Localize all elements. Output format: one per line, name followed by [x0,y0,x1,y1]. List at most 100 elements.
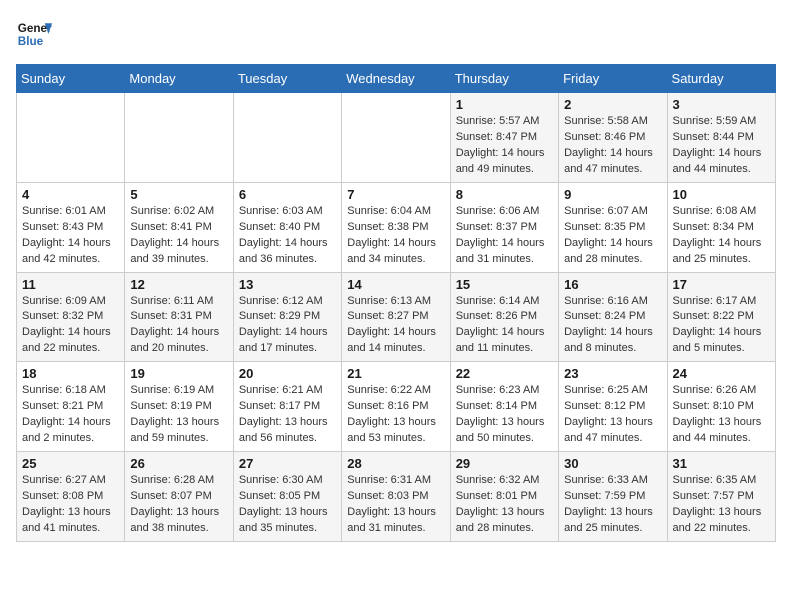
day-info: Sunrise: 6:06 AM Sunset: 8:37 PM Dayligh… [456,204,553,268]
day-number: 1 [456,97,553,112]
day-info: Sunrise: 6:13 AM Sunset: 8:27 PM Dayligh… [347,294,444,358]
day-info: Sunrise: 6:25 AM Sunset: 8:12 PM Dayligh… [564,383,661,447]
calendar-cell: 21Sunrise: 6:22 AM Sunset: 8:16 PM Dayli… [342,362,450,452]
calendar-cell: 15 Sunrise: 6:14 AM Sunset: 8:26 PM Dayli… [450,272,558,362]
calendar-cell: 6 Sunrise: 6:03 AM Sunset: 8:40 PM Daylig… [233,182,341,272]
calendar-cell: 24Sunrise: 6:26 AM Sunset: 8:10 PM Dayli… [667,362,775,452]
day-info: Sunrise: 6:22 AM Sunset: 8:16 PM Dayligh… [347,383,444,447]
calendar-cell: 28 Sunrise: 6:31 AM Sunset: 8:03 PM Dayli… [342,452,450,542]
weekday-header: Tuesday [233,65,341,93]
calendar-cell: 2 Sunrise: 5:58 AM Sunset: 8:46 PM Daylig… [559,93,667,183]
day-number: 22 [456,366,553,381]
calendar-cell [342,93,450,183]
page-header: General Blue [16,16,776,52]
calendar-cell: 13 Sunrise: 6:12 AM Sunset: 8:29 PM Dayli… [233,272,341,362]
day-info: Sunrise: 6:32 AM Sunset: 8:01 PM Dayligh… [456,473,553,537]
calendar-cell: 19Sunrise: 6:19 AM Sunset: 8:19 PM Dayli… [125,362,233,452]
day-info: Sunrise: 6:21 AM Sunset: 8:17 PM Dayligh… [239,383,336,447]
day-number: 26 [130,456,227,471]
day-info: Sunrise: 5:57 AM Sunset: 8:47 PM Dayligh… [456,114,553,178]
day-number: 9 [564,187,661,202]
day-number: 7 [347,187,444,202]
day-number: 16 [564,277,661,292]
day-info: Sunrise: 6:03 AM Sunset: 8:40 PM Dayligh… [239,204,336,268]
calendar-cell [17,93,125,183]
day-info: Sunrise: 6:27 AM Sunset: 8:08 PM Dayligh… [22,473,119,537]
calendar-week-row: 25 Sunrise: 6:27 AM Sunset: 8:08 PM Dayli… [17,452,776,542]
calendar-cell: 5 Sunrise: 6:02 AM Sunset: 8:41 PM Daylig… [125,182,233,272]
calendar-cell: 4Sunrise: 6:01 AM Sunset: 8:43 PM Daylig… [17,182,125,272]
weekday-header: Saturday [667,65,775,93]
day-info: Sunrise: 6:23 AM Sunset: 8:14 PM Dayligh… [456,383,553,447]
weekday-header: Wednesday [342,65,450,93]
calendar-cell: 11Sunrise: 6:09 AM Sunset: 8:32 PM Dayli… [17,272,125,362]
calendar-cell: 31 Sunrise: 6:35 AM Sunset: 7:57 PM Dayli… [667,452,775,542]
calendar-cell: 14 Sunrise: 6:13 AM Sunset: 8:27 PM Dayli… [342,272,450,362]
day-info: Sunrise: 6:14 AM Sunset: 8:26 PM Dayligh… [456,294,553,358]
day-info: Sunrise: 6:28 AM Sunset: 8:07 PM Dayligh… [130,473,227,537]
day-number: 27 [239,456,336,471]
calendar-cell: 29 Sunrise: 6:32 AM Sunset: 8:01 PM Dayli… [450,452,558,542]
day-number: 14 [347,277,444,292]
day-number: 19 [130,366,227,381]
day-number: 3 [673,97,770,112]
day-number: 13 [239,277,336,292]
calendar-cell: 23 Sunrise: 6:25 AM Sunset: 8:12 PM Dayli… [559,362,667,452]
calendar-cell: 8 Sunrise: 6:06 AM Sunset: 8:37 PM Daylig… [450,182,558,272]
day-number: 31 [673,456,770,471]
day-info: Sunrise: 6:11 AM Sunset: 8:31 PM Dayligh… [130,294,227,358]
day-info: Sunrise: 6:02 AM Sunset: 8:41 PM Dayligh… [130,204,227,268]
day-number: 28 [347,456,444,471]
day-info: Sunrise: 6:18 AM Sunset: 8:21 PM Dayligh… [22,383,119,447]
day-info: Sunrise: 6:08 AM Sunset: 8:34 PM Dayligh… [673,204,770,268]
day-info: Sunrise: 6:12 AM Sunset: 8:29 PM Dayligh… [239,294,336,358]
day-number: 5 [130,187,227,202]
calendar-cell: 26 Sunrise: 6:28 AM Sunset: 8:07 PM Dayli… [125,452,233,542]
day-info: Sunrise: 6:31 AM Sunset: 8:03 PM Dayligh… [347,473,444,537]
day-number: 10 [673,187,770,202]
svg-text:Blue: Blue [18,35,44,48]
calendar-cell: 27 Sunrise: 6:30 AM Sunset: 8:05 PM Dayli… [233,452,341,542]
calendar-cell: 20 Sunrise: 6:21 AM Sunset: 8:17 PM Dayli… [233,362,341,452]
day-number: 23 [564,366,661,381]
day-info: Sunrise: 6:30 AM Sunset: 8:05 PM Dayligh… [239,473,336,537]
weekday-header: Monday [125,65,233,93]
day-number: 29 [456,456,553,471]
day-number: 6 [239,187,336,202]
day-number: 30 [564,456,661,471]
calendar-cell: 10 Sunrise: 6:08 AM Sunset: 8:34 PM Dayli… [667,182,775,272]
calendar-week-row: 1 Sunrise: 5:57 AM Sunset: 8:47 PM Daylig… [17,93,776,183]
day-info: Sunrise: 6:35 AM Sunset: 7:57 PM Dayligh… [673,473,770,537]
day-number: 17 [673,277,770,292]
calendar-week-row: 4Sunrise: 6:01 AM Sunset: 8:43 PM Daylig… [17,182,776,272]
calendar-cell: 22 Sunrise: 6:23 AM Sunset: 8:14 PM Dayli… [450,362,558,452]
day-number: 12 [130,277,227,292]
calendar-cell: 25 Sunrise: 6:27 AM Sunset: 8:08 PM Dayli… [17,452,125,542]
calendar-cell: 16 Sunrise: 6:16 AM Sunset: 8:24 PM Dayli… [559,272,667,362]
day-info: Sunrise: 6:33 AM Sunset: 7:59 PM Dayligh… [564,473,661,537]
calendar-cell: 12 Sunrise: 6:11 AM Sunset: 8:31 PM Dayli… [125,272,233,362]
calendar-week-row: 18Sunrise: 6:18 AM Sunset: 8:21 PM Dayli… [17,362,776,452]
calendar-cell: 30 Sunrise: 6:33 AM Sunset: 7:59 PM Dayli… [559,452,667,542]
day-number: 24 [673,366,770,381]
calendar-cell: 17Sunrise: 6:17 AM Sunset: 8:22 PM Dayli… [667,272,775,362]
day-info: Sunrise: 6:16 AM Sunset: 8:24 PM Dayligh… [564,294,661,358]
calendar-cell: 9Sunrise: 6:07 AM Sunset: 8:35 PM Daylig… [559,182,667,272]
weekday-header: Thursday [450,65,558,93]
weekday-header: Sunday [17,65,125,93]
calendar-cell: 1 Sunrise: 5:57 AM Sunset: 8:47 PM Daylig… [450,93,558,183]
weekday-header: Friday [559,65,667,93]
day-number: 8 [456,187,553,202]
calendar-cell: 7 Sunrise: 6:04 AM Sunset: 8:38 PM Daylig… [342,182,450,272]
calendar-table: SundayMondayTuesdayWednesdayThursdayFrid… [16,64,776,542]
day-number: 2 [564,97,661,112]
day-info: Sunrise: 6:09 AM Sunset: 8:32 PM Dayligh… [22,294,119,358]
calendar-cell: 3Sunrise: 5:59 AM Sunset: 8:44 PM Daylig… [667,93,775,183]
day-info: Sunrise: 6:04 AM Sunset: 8:38 PM Dayligh… [347,204,444,268]
day-number: 25 [22,456,119,471]
day-number: 15 [456,277,553,292]
weekday-header-row: SundayMondayTuesdayWednesdayThursdayFrid… [17,65,776,93]
calendar-cell: 18Sunrise: 6:18 AM Sunset: 8:21 PM Dayli… [17,362,125,452]
day-number: 20 [239,366,336,381]
day-info: Sunrise: 5:58 AM Sunset: 8:46 PM Dayligh… [564,114,661,178]
